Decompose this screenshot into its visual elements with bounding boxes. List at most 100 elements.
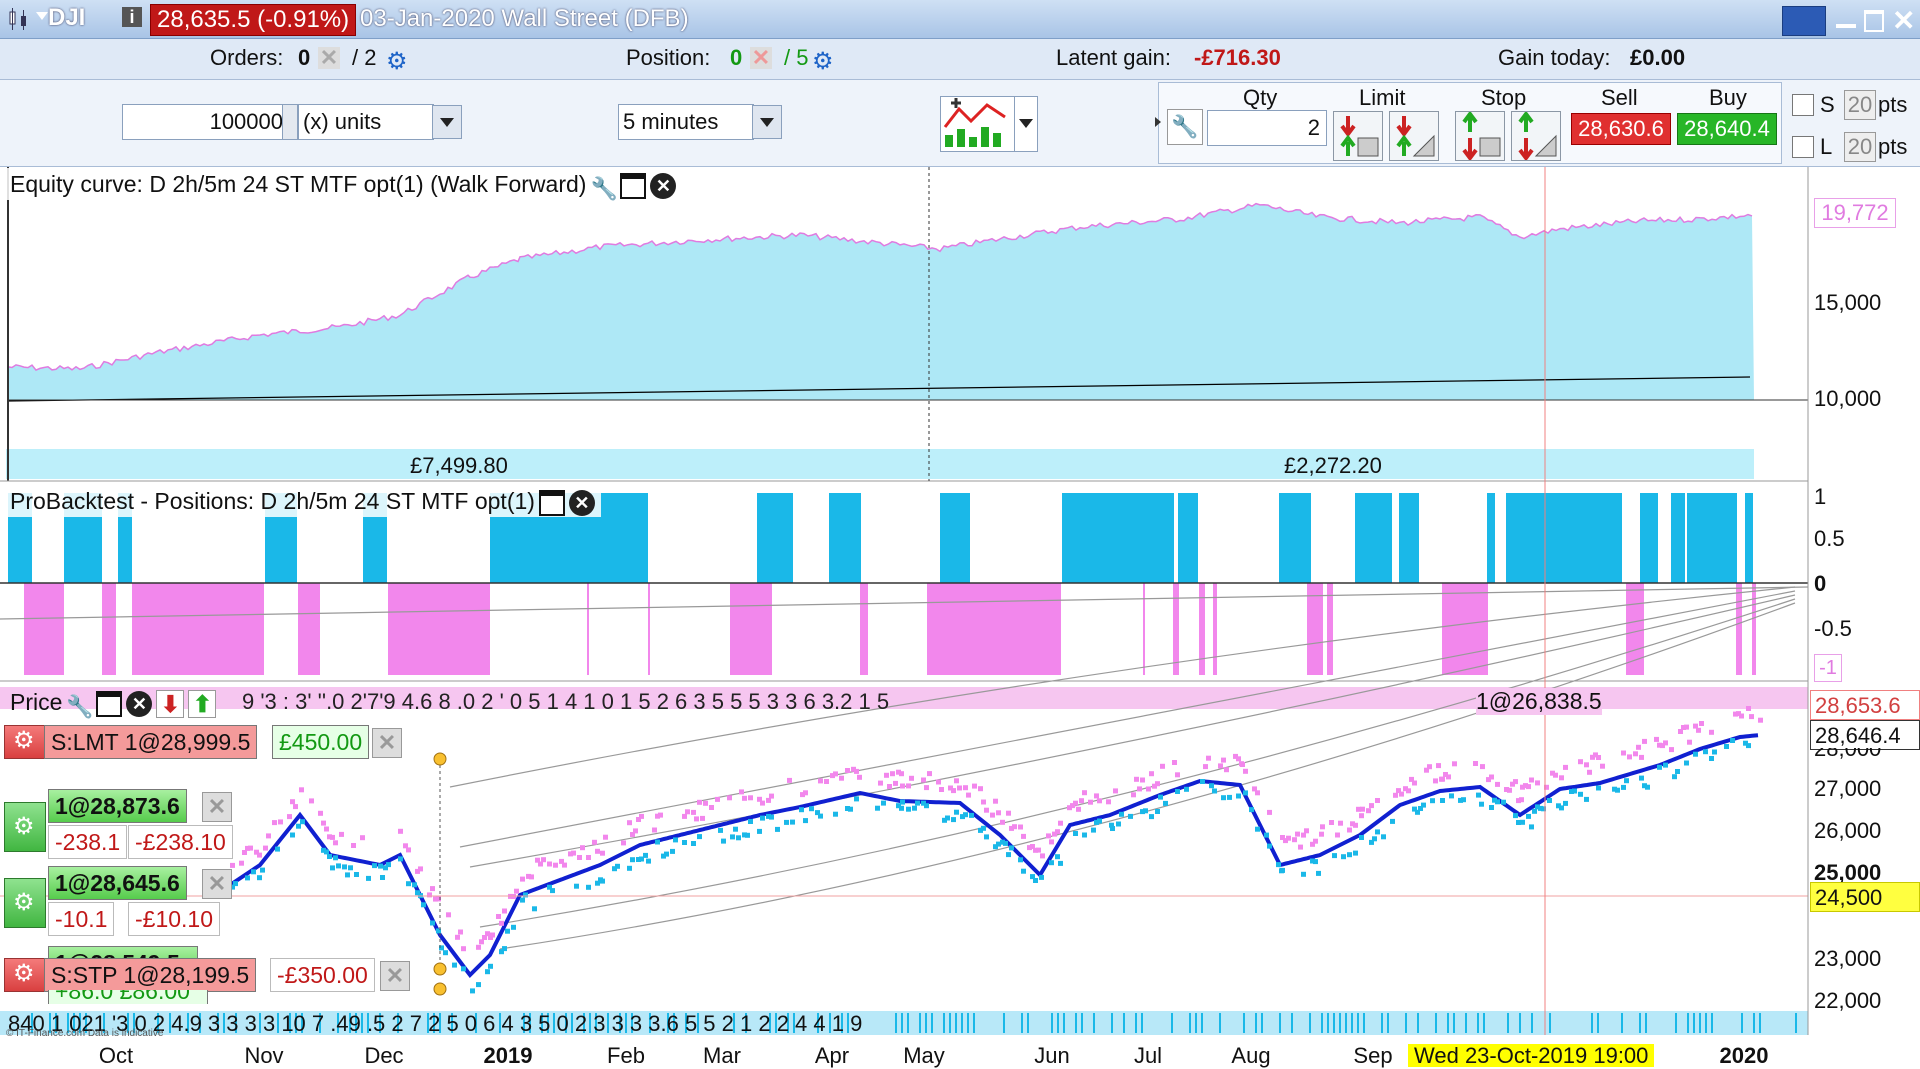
position-1-gain: -£238.10 [128,825,233,859]
quantity-stepper[interactable] [282,104,298,140]
close-position-icon[interactable]: ✕ [750,47,772,69]
sell-button[interactable]: 28,630.6 [1571,113,1671,145]
minimize-button[interactable] [1836,10,1856,30]
stop-checkbox[interactable] [1792,94,1814,116]
close-icon[interactable]: ✕ [568,489,595,516]
short-signal-mark [502,908,507,914]
maximize-button[interactable] [1864,10,1884,32]
short-signal-mark [1559,775,1564,781]
long-signal-mark [333,855,338,861]
symbol-dropdown-icon[interactable] [36,12,48,20]
units-select[interactable]: (x) units [298,104,434,140]
long-signal-mark [1021,868,1026,874]
cancel-stop-order-button[interactable]: ✕ [380,961,410,991]
short-signal-mark [1021,833,1026,839]
long-position-bar [1506,493,1622,583]
long-signal-mark [600,878,605,884]
stop-order-handle-2[interactable] [433,982,447,996]
sell-limit-order-button[interactable] [1389,111,1439,161]
regression-curve [469,594,1796,868]
buy-limit-order-button[interactable] [1333,111,1383,161]
sell-stop-order-button[interactable] [1511,110,1561,162]
keyboard-icon[interactable] [1782,6,1826,36]
window-icon[interactable] [620,172,647,199]
position-label: Position: [626,45,711,70]
cancel-limit-order-button[interactable]: ✕ [372,728,402,758]
timeframe-select[interactable]: 5 minutes [618,104,754,140]
buy-button[interactable]: 28,640.4 [1677,113,1777,145]
short-signal-mark [290,799,295,805]
short-signal-mark [1687,739,1692,745]
window-icon[interactable] [96,690,123,717]
arrow-up-icon[interactable]: ⬆ [188,689,217,718]
long-signal-mark [1675,769,1680,774]
short-position-bar [102,583,116,675]
short-signal-mark [1335,832,1340,838]
long-signal-mark [505,928,510,934]
short-signal-mark [1495,781,1500,787]
stop-order-settings-gear-icon[interactable]: ⚙ [4,958,46,992]
limit-order-handle[interactable] [433,752,447,766]
order-settings-gear-icon[interactable]: ⚙ [4,725,46,759]
arrow-down-icon[interactable]: ⬇ [156,689,185,718]
close-icon[interactable]: ✕ [650,172,677,199]
candlestick-icon[interactable] [6,6,32,32]
long-signal-mark [912,805,917,811]
long-signal-mark [1489,805,1494,810]
collapse-icon[interactable] [1155,117,1161,127]
short-signal-mark [1369,803,1374,809]
info-icon[interactable]: i [122,7,142,27]
close-position-2-button[interactable]: ✕ [202,869,232,899]
cancel-orders-icon[interactable]: ✕ [318,47,340,69]
orders-gear-icon[interactable]: ⚙ [386,47,408,76]
sell-stop-order-tag[interactable]: S:STP 1@28,199.5 [44,958,257,992]
long-signal-mark [1227,794,1232,800]
stop-order-handle[interactable] [433,962,447,976]
short-signal-mark [1149,771,1154,777]
long-signal-mark [336,863,341,869]
s-pts-input[interactable]: 20 [1844,90,1876,120]
close-position-1-button[interactable]: ✕ [202,792,232,822]
trade-qty-input[interactable]: 2 [1207,110,1327,146]
short-signal-mark [1526,784,1531,790]
position-2-settings-gear-icon[interactable]: ⚙ [4,878,46,928]
long-signal-mark [1243,790,1248,796]
position-settings-gear-icon[interactable]: ⚙ [4,802,46,852]
short-signal-mark [972,783,977,789]
position-1-tag[interactable]: 1@28,873.6 [48,789,187,823]
positions-bars [8,493,1756,675]
title-bar: DJI i 28,635.5 (-0.91%) 03-Jan-2020 Wall… [0,0,1920,39]
quantity-input[interactable]: 100000 [122,104,288,140]
short-signal-mark [1473,761,1478,766]
position-gear-icon[interactable]: ⚙ [812,47,834,76]
long-signal-mark [1421,802,1426,808]
sell-limit-order-tag[interactable]: S:LMT 1@28,999.5 [44,725,258,759]
long-signal-mark [655,839,660,845]
window-icon[interactable] [538,489,565,516]
limit-checkbox[interactable] [1792,136,1814,158]
long-signal-mark [1440,798,1445,803]
close-window-button[interactable]: ✕ [1892,4,1915,37]
symbol-name[interactable]: DJI [48,4,85,32]
wrench-icon[interactable]: 🔧 [1167,109,1203,145]
charts-area[interactable] [0,167,1920,1067]
order-controls-bar: 100000 (x) units 5 minutes Qty 🔧 2 Limit… [0,80,1920,167]
long-signal-mark [1073,831,1078,836]
close-icon[interactable]: ✕ [126,690,153,717]
units-dropdown-button[interactable] [432,105,462,139]
long-signal-mark [1353,850,1358,856]
long-signal-mark [1163,800,1168,806]
buy-stop-order-button[interactable] [1455,110,1505,162]
wrench-icon[interactable]: 🔧 [66,691,93,719]
position-3-tag-partial[interactable]: 1@28,549.5 [48,946,198,958]
timeframe-dropdown-button[interactable] [752,105,782,139]
short-signal-mark [682,813,687,819]
long-signal-mark [1003,840,1008,846]
indicators-dropdown-button[interactable] [1014,96,1038,152]
position-2-tag[interactable]: 1@28,645.6 [48,866,187,900]
short-signal-mark [1255,790,1260,796]
wrench-icon[interactable]: 🔧 [590,173,617,201]
l-pts-input[interactable]: 20 [1844,132,1876,162]
indicators-button[interactable] [940,96,1016,152]
long-position-bar [1279,493,1311,583]
